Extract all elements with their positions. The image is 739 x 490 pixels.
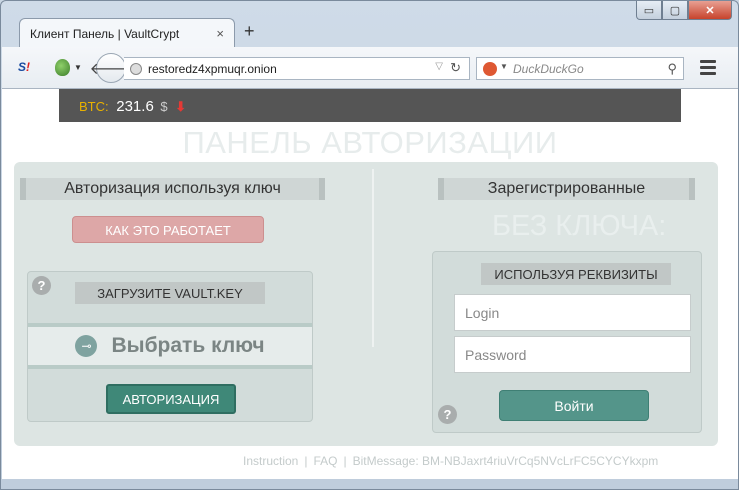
panel-divider xyxy=(372,169,374,347)
credentials-box: ИСПОЛЬЗУЯ РЕКВИЗИТЫ Login Password ? Вой… xyxy=(432,251,702,433)
tab-close-icon[interactable]: × xyxy=(216,26,224,41)
back-button[interactable]: 🡐 xyxy=(90,53,132,83)
key-auth-heading: Авторизация используя ключ xyxy=(20,178,325,200)
btc-price: 231.6 xyxy=(116,98,154,115)
help-icon[interactable]: ? xyxy=(32,276,51,295)
faq-link[interactable]: FAQ xyxy=(313,454,337,468)
hamburger-menu-icon[interactable] xyxy=(700,60,716,78)
globe-icon xyxy=(130,63,142,75)
login-button[interactable]: Войти xyxy=(499,390,649,421)
close-window-button[interactable]: ✕ xyxy=(688,1,732,20)
tab-title: Клиент Панель | VaultCrypt xyxy=(30,27,180,41)
password-field[interactable]: Password xyxy=(454,336,691,373)
nav-toolbar: S! ▼ 🡐 restoredz4xpmuqr.onion ▽ ↻ ▼ Duck… xyxy=(2,47,738,89)
footer-separator: | xyxy=(343,454,347,468)
credentials-label: ИСПОЛЬЗУЯ РЕКВИЗИТЫ xyxy=(481,263,671,285)
new-tab-button[interactable]: + xyxy=(244,21,255,42)
addon-badge-icon[interactable]: S! xyxy=(18,60,30,74)
upload-key-label: ЗАГРУЗИТЕ VAULT.KEY xyxy=(75,282,265,304)
window-controls: ▭ ▢ ✕ xyxy=(636,1,732,20)
how-it-works-button[interactable]: КАК ЭТО РАБОТАЕТ xyxy=(72,216,264,243)
trend-down-icon: ⬇ xyxy=(175,99,187,114)
key-upload-box: ? ЗАГРУЗИТЕ VAULT.KEY ⊸ Выбрать ключ АВТ… xyxy=(27,271,313,422)
page-content: BTC: 231.6 $ ⬇ ПАНЕЛЬ АВТОРИЗАЦИИ Автори… xyxy=(2,89,738,479)
browser-tab[interactable]: Клиент Панель | VaultCrypt × xyxy=(19,18,235,48)
authorize-button[interactable]: АВТОРИЗАЦИЯ xyxy=(106,384,236,414)
maximize-button[interactable]: ▢ xyxy=(662,1,688,20)
btc-currency: $ xyxy=(160,99,168,114)
bitmessage-address: BitMessage: BM-NBJaxrt4riuVrCq5NVcLrFC5C… xyxy=(352,454,659,468)
url-text: restoredz4xpmuqr.onion xyxy=(148,62,277,76)
onion-icon[interactable] xyxy=(55,59,70,76)
choose-key-label: Выбрать ключ xyxy=(111,334,265,357)
url-input[interactable]: restoredz4xpmuqr.onion ▽ ↻ xyxy=(124,57,470,80)
search-icon[interactable]: ⚲ xyxy=(667,61,677,77)
help-icon[interactable]: ? xyxy=(438,405,457,424)
key-icon: ⊸ xyxy=(75,335,98,357)
registered-heading: Зарегистрированные xyxy=(438,178,695,200)
login-field[interactable]: Login xyxy=(454,294,691,331)
chevron-down-icon[interactable]: ▼ xyxy=(74,63,82,72)
instruction-link[interactable]: Instruction xyxy=(243,454,298,468)
btc-label: BTC: xyxy=(79,99,109,114)
btc-ticker: BTC: 231.6 $ ⬇ xyxy=(59,89,681,122)
duckduckgo-icon[interactable] xyxy=(483,62,497,76)
footer-separator: | xyxy=(304,454,308,468)
url-dropdown-icon[interactable]: ▽ xyxy=(435,61,443,72)
reload-icon[interactable]: ↻ xyxy=(450,60,461,76)
search-engine-dropdown-icon[interactable]: ▼ xyxy=(500,62,508,71)
browser-window: ▭ ▢ ✕ Клиент Панель | VaultCrypt × + S! … xyxy=(0,0,739,490)
no-key-subheading: БЕЗ КЛЮЧА: xyxy=(492,210,667,242)
footer-links: Instruction | FAQ | BitMessage: BM-NBJaxrt4r… xyxy=(243,454,658,468)
choose-key-button[interactable]: ⊸ Выбрать ключ xyxy=(28,323,312,369)
search-placeholder: DuckDuckGo xyxy=(513,62,584,76)
search-input[interactable]: ▼ DuckDuckGo ⚲ xyxy=(476,57,684,80)
minimize-button[interactable]: ▭ xyxy=(636,1,662,20)
page-title: ПАНЕЛЬ АВТОРИЗАЦИИ xyxy=(182,125,558,160)
